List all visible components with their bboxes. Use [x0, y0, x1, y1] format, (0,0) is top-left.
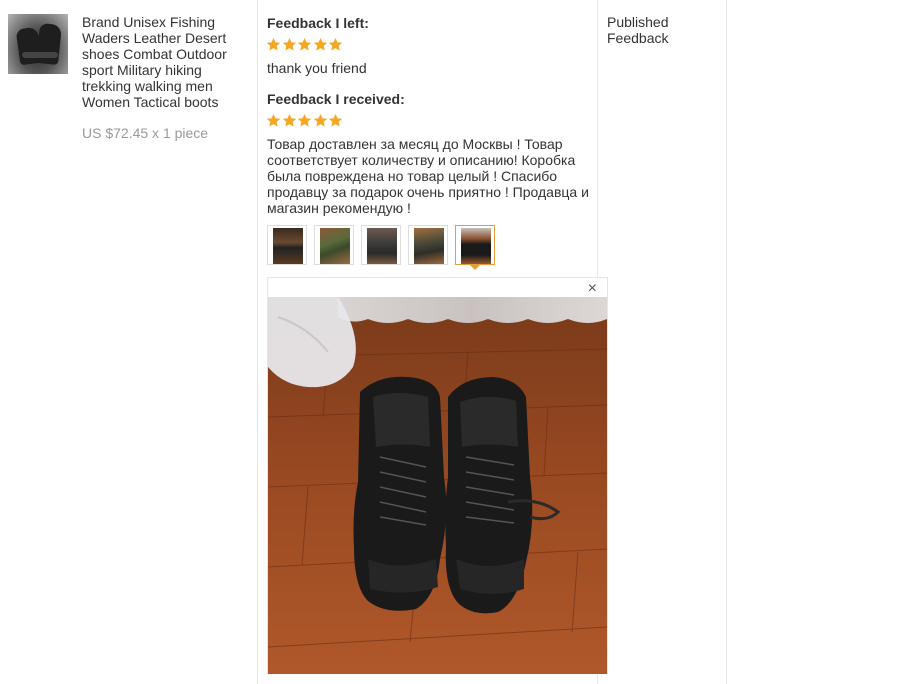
photo-thumbnail[interactable] — [267, 225, 307, 265]
product-price: US $72.45 x 1 piece — [82, 125, 209, 141]
star-icon — [328, 113, 343, 127]
feedback-left-rating — [266, 37, 344, 52]
feedback-status: Published Feedback — [607, 14, 669, 46]
boots-photo-image — [268, 297, 607, 674]
star-icon — [282, 37, 296, 51]
column-divider — [257, 0, 258, 684]
star-icon — [266, 37, 281, 51]
active-thumbnail-indicator — [470, 265, 480, 270]
star-icon — [297, 37, 312, 51]
star-icon — [313, 37, 327, 51]
enlarged-photo — [268, 297, 607, 674]
photo-viewer: × — [267, 277, 608, 674]
feedback-received-text: Товар доставлен за месяц до Москвы ! Тов… — [267, 136, 589, 216]
star-icon — [313, 113, 327, 127]
feedback-left-text: thank you friend — [267, 60, 367, 76]
star-icon — [328, 37, 343, 51]
close-icon[interactable]: × — [588, 280, 597, 298]
star-icon — [297, 113, 312, 127]
product-thumbnail[interactable] — [8, 14, 68, 74]
photo-thumbnail[interactable] — [408, 225, 448, 265]
star-icon — [266, 113, 281, 127]
feedback-received-rating — [266, 113, 344, 128]
photo-thumbnail[interactable] — [314, 225, 354, 265]
feedback-row: Brand Unisex Fishing Waders Leather Dese… — [0, 0, 915, 684]
feedback-received-label: Feedback I received: — [267, 91, 405, 107]
photo-thumbnail[interactable] — [361, 225, 401, 265]
photo-thumbnail-active[interactable] — [455, 225, 495, 265]
column-divider — [726, 0, 727, 684]
product-title[interactable]: Brand Unisex Fishing Waders Leather Dese… — [82, 14, 242, 110]
star-icon — [282, 113, 296, 127]
feedback-left-label: Feedback I left: — [267, 15, 369, 31]
